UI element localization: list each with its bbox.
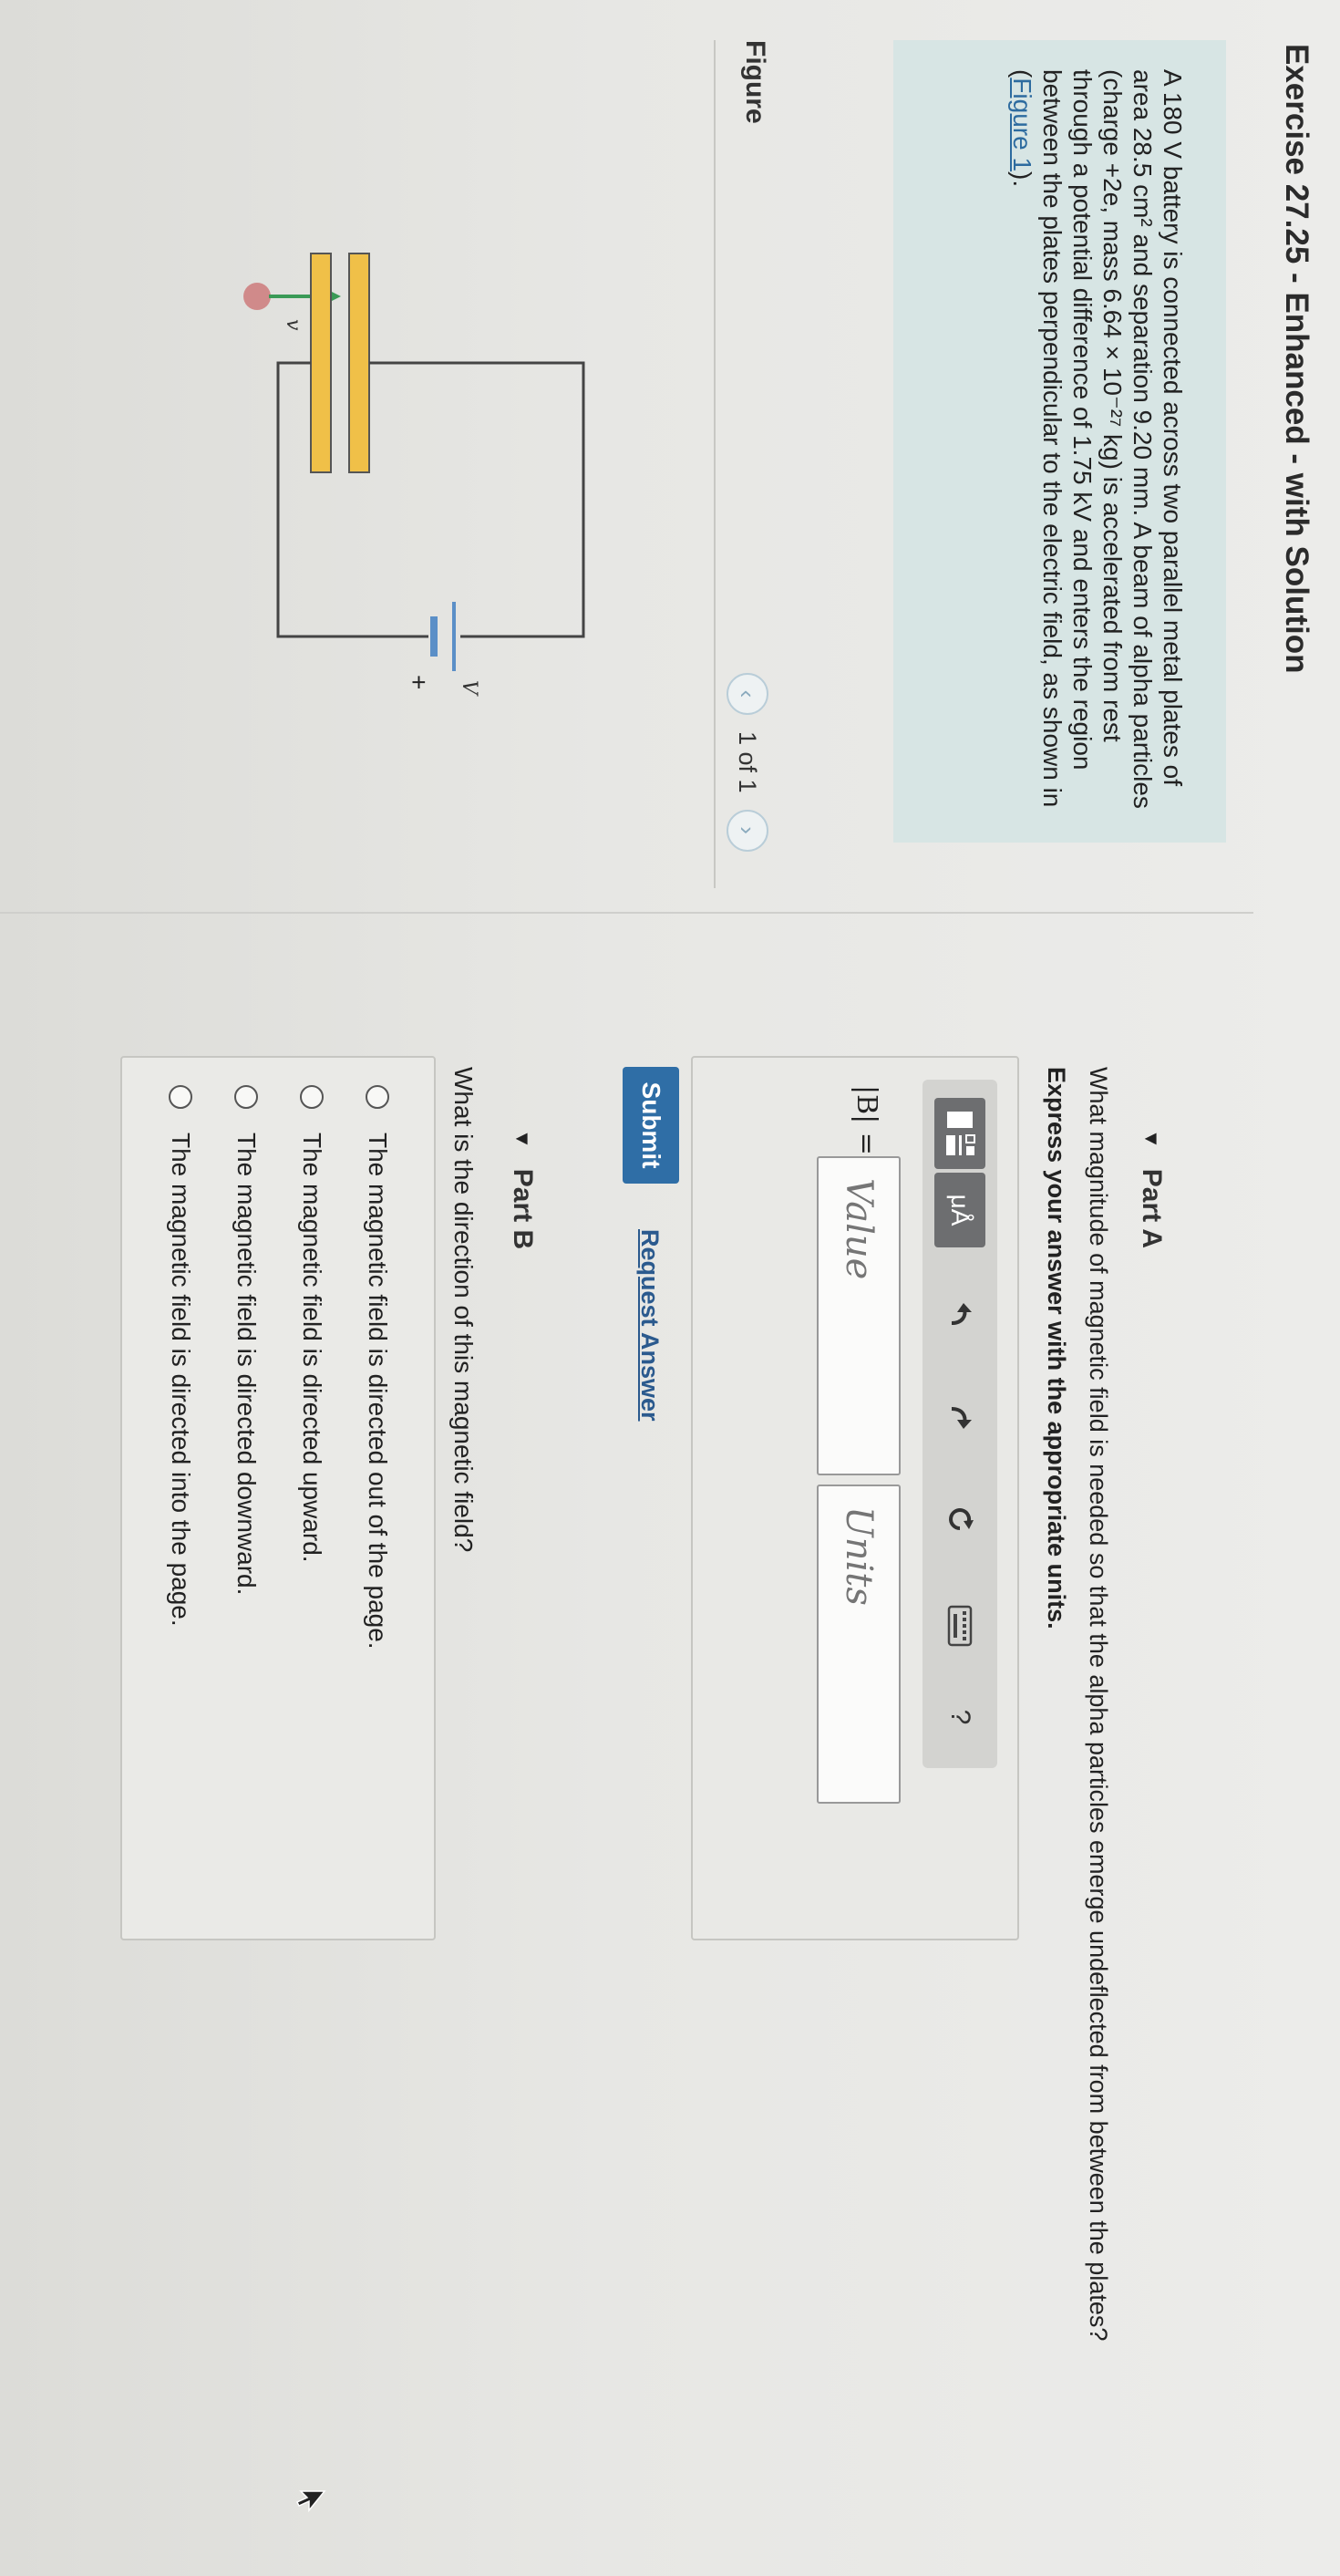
circuit-diagram: v V + — [243, 253, 585, 697]
radio-button[interactable] — [169, 1085, 192, 1109]
templates-button[interactable] — [934, 1098, 985, 1169]
wire-right-top — [460, 491, 585, 638]
left-column: A 180 V battery is connected across two … — [0, 0, 1340, 912]
wire-bottom — [276, 361, 311, 491]
velocity-label: v — [282, 319, 304, 331]
option-out-of-page[interactable]: The magnetic field is directed out of th… — [345, 1085, 410, 1911]
help-icon: ? — [945, 1709, 975, 1725]
caret-down-icon: ▼ — [1140, 1129, 1163, 1149]
next-figure-button[interactable]: › — [727, 809, 768, 852]
option-label: The magnetic field is directed out of th… — [364, 1133, 392, 1650]
part-b-question: What is the direction of this magnetic f… — [449, 1067, 478, 1553]
part-b-header[interactable]: ▼ Part B — [507, 1129, 538, 1249]
part-a-question: What magnitude of magnetic field is need… — [1085, 1067, 1112, 2342]
page-canvas: Exercise 27.25 - Enhanced - with Solutio… — [0, 0, 1340, 2576]
capacitor-plate-right — [310, 253, 332, 473]
mouse-cursor-icon — [295, 2490, 326, 2513]
right-column: ▼ Part A What magnitude of magnetic fiel… — [0, 921, 1340, 2576]
wire-right-bottom — [276, 491, 428, 638]
reset-button[interactable] — [934, 1492, 985, 1547]
undo-button[interactable] — [934, 1288, 985, 1342]
option-downward[interactable]: The magnetic field is directed downward. — [213, 1085, 279, 1911]
keyboard-button[interactable] — [934, 1594, 985, 1658]
help-button[interactable]: ? — [934, 1694, 985, 1740]
options-box: The magnetic field is directed out of th… — [120, 1056, 436, 1940]
capacitor-plate-left — [348, 253, 370, 473]
part-b-label: Part B — [508, 1168, 538, 1250]
part-a-header[interactable]: ▼ Part A — [1136, 1129, 1167, 1248]
problem-statement: A 180 V battery is connected across two … — [893, 40, 1226, 843]
value-input[interactable] — [817, 1156, 901, 1475]
option-label: The magnetic field is directed into the … — [167, 1133, 195, 1627]
option-label: The magnetic field is directed downward. — [232, 1133, 261, 1596]
chevron-right-icon: › — [734, 826, 762, 834]
reset-icon — [949, 1508, 974, 1530]
redo-button[interactable] — [934, 1390, 985, 1444]
pager-count: 1 of 1 — [734, 731, 762, 793]
option-into-page[interactable]: The magnetic field is directed into the … — [148, 1085, 213, 1911]
caret-down-icon: ▼ — [511, 1129, 534, 1149]
prev-figure-button[interactable]: ‹ — [727, 673, 768, 715]
units-button[interactable]: μÅ — [934, 1173, 985, 1247]
option-upward[interactable]: The magnetic field is directed upward. — [279, 1085, 345, 1911]
chevron-left-icon: ‹ — [734, 689, 762, 698]
math-toolbar: μÅ ? — [923, 1080, 997, 1768]
alpha-particle — [243, 283, 271, 310]
option-label: The magnetic field is directed upward. — [298, 1133, 326, 1563]
redo-icon — [951, 1407, 972, 1429]
answer-panel: μÅ ? |B| = Value Units — [691, 1056, 1019, 1940]
units-input[interactable] — [817, 1485, 901, 1804]
submit-button[interactable]: Submit — [623, 1067, 679, 1184]
radio-button[interactable] — [366, 1085, 389, 1109]
figure-label: Figure — [740, 40, 770, 124]
column-divider — [0, 912, 1253, 914]
radio-button[interactable] — [300, 1085, 324, 1109]
radio-button[interactable] — [234, 1085, 258, 1109]
units-icon: μÅ — [946, 1194, 974, 1226]
figure-pager: ‹ 1 of 1 › — [725, 673, 770, 852]
keyboard-icon — [947, 1605, 973, 1647]
wire-top — [369, 361, 585, 491]
request-answer-link[interactable]: Request Answer — [635, 1229, 664, 1422]
part-a-label: Part A — [1137, 1168, 1167, 1249]
problem-text-end: ). — [1008, 171, 1036, 188]
part-a-instruction: Express your answer with the appropriate… — [1043, 1067, 1070, 1629]
figure-header: Figure ‹ 1 of 1 › — [714, 40, 770, 888]
battery-voltage-label: V — [458, 680, 480, 697]
undo-icon — [951, 1303, 972, 1325]
battery-plus-label: + — [405, 675, 433, 689]
templates-icon — [946, 1112, 975, 1155]
magnetic-field-label: |B| = — [850, 1085, 882, 1155]
figure-link[interactable]: Figure 1 — [1008, 78, 1036, 171]
